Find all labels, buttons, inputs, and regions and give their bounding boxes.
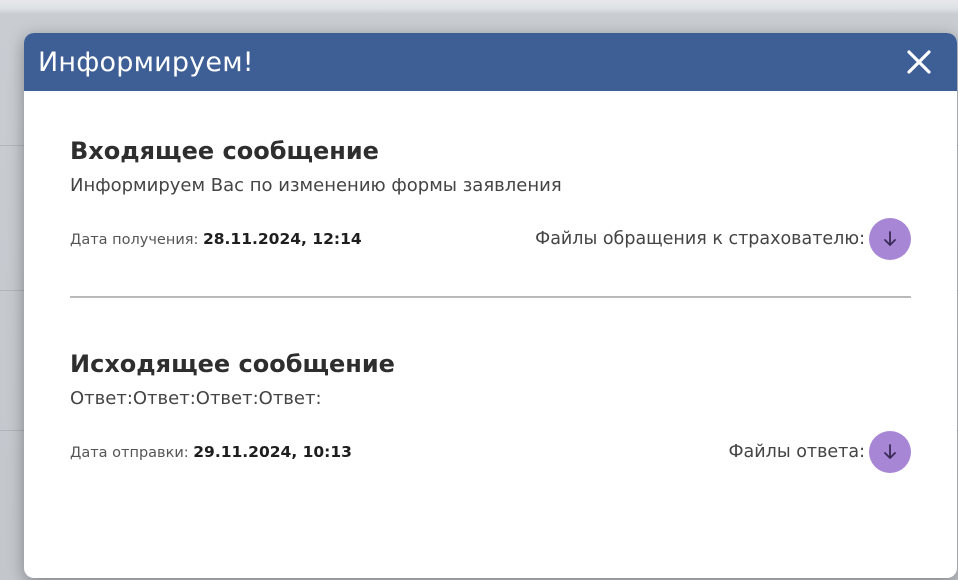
incoming-message-section: Входящее сообщение Информируем Вас по из… (70, 91, 911, 260)
close-icon (907, 50, 931, 74)
incoming-meta-row: Дата получения: 28.11.2024, 12:14 Файлы … (70, 218, 911, 260)
incoming-files: Файлы обращения к страхователю: (535, 218, 911, 260)
incoming-download-button[interactable] (869, 218, 911, 260)
incoming-date-value: 28.11.2024, 12:14 (202, 230, 362, 248)
incoming-title: Входящее сообщение (70, 137, 379, 165)
outgoing-files: Файлы ответа: (728, 431, 911, 473)
incoming-date-label: Дата получения: (70, 232, 199, 248)
outgoing-text: Ответ:Ответ:Ответ:Ответ: (70, 388, 322, 409)
outgoing-date-value: 29.11.2024, 10:13 (193, 443, 352, 461)
outgoing-date: Дата отправки: 29.11.2024, 10:13 (70, 443, 352, 461)
download-arrow-icon (884, 231, 896, 246)
modal-title: Информируем! (38, 46, 254, 78)
incoming-files-label: Файлы обращения к страхователю: (535, 229, 865, 249)
download-arrow-icon (884, 444, 896, 459)
modal-header: Информируем! (24, 33, 957, 91)
modal-body: Входящее сообщение Информируем Вас по из… (24, 91, 957, 473)
incoming-text: Информируем Вас по изменению формы заявл… (70, 175, 562, 196)
outgoing-date-label: Дата отправки: (70, 445, 189, 461)
outgoing-files-label: Файлы ответа: (728, 442, 865, 462)
info-modal: Информируем! Входящее сообщение Информир… (24, 33, 957, 578)
outgoing-message-section: Исходящее сообщение Ответ:Ответ:Ответ:От… (70, 298, 911, 473)
close-button[interactable] (903, 46, 935, 78)
outgoing-title: Исходящее сообщение (70, 350, 395, 378)
incoming-date: Дата получения: 28.11.2024, 12:14 (70, 230, 362, 248)
outgoing-meta-row: Дата отправки: 29.11.2024, 10:13 Файлы о… (70, 431, 911, 473)
outgoing-download-button[interactable] (869, 431, 911, 473)
